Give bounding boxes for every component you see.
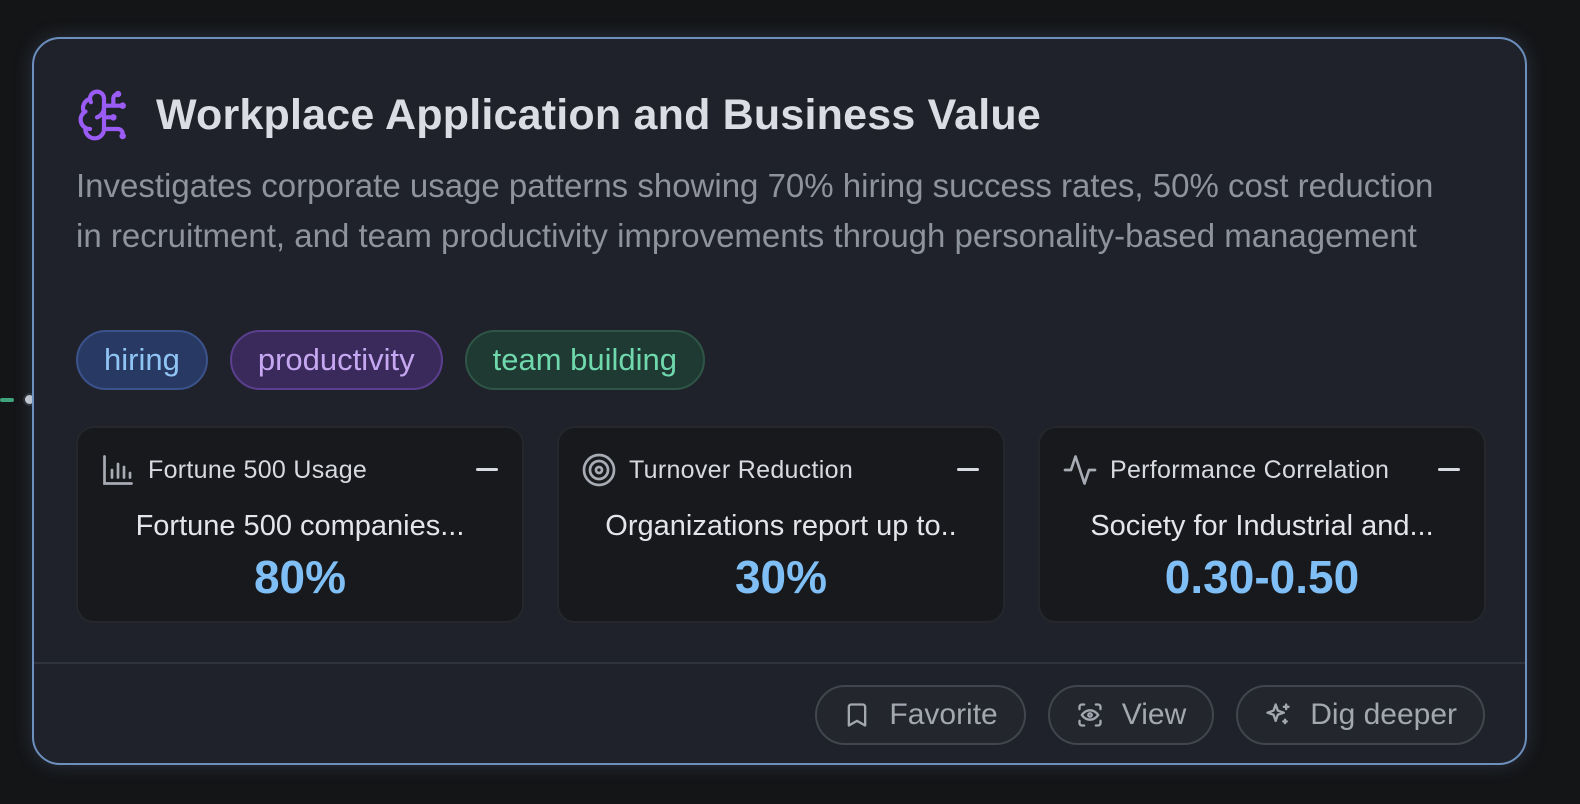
brain-icon [78, 89, 126, 141]
card-title: Workplace Application and Business Value [156, 90, 1041, 139]
metric-text: Society for Industrial and... [1090, 510, 1434, 542]
favorite-button[interactable]: Favorite [815, 685, 1026, 745]
metric-value: 80% [253, 551, 347, 603]
tag-list: hiring productivity team building [76, 330, 706, 390]
connector-line [0, 398, 14, 402]
dig-deeper-label: Dig deeper [1310, 698, 1457, 731]
bookmark-icon [848, 703, 867, 727]
metric-label: Performance Correlation [1110, 455, 1390, 484]
collapse-icon[interactable] [1438, 468, 1460, 471]
bar-chart-icon [103, 455, 133, 485]
metric-card-turnover[interactable]: Turnover Reduction Organizations report … [557, 426, 1005, 623]
collapse-icon[interactable] [476, 468, 498, 471]
pulse-icon [1063, 455, 1097, 485]
sparkles-icon [1266, 703, 1290, 725]
dig-deeper-button[interactable]: Dig deeper [1236, 685, 1485, 745]
metric-value: 0.30-0.50 [1164, 551, 1360, 603]
topic-card[interactable]: Workplace Application and Business Value… [32, 37, 1527, 765]
metric-value: 30% [734, 551, 828, 603]
collapse-icon[interactable] [957, 468, 979, 471]
metric-card-performance[interactable]: Performance Correlation Society for Indu… [1038, 426, 1486, 623]
card-header: Workplace Application and Business Value [76, 87, 1041, 143]
metric-label: Turnover Reduction [629, 455, 854, 484]
tag-hiring[interactable]: hiring [76, 330, 208, 390]
view-button[interactable]: View [1047, 685, 1215, 745]
metric-text: Organizations report up to.. [605, 510, 957, 542]
eye-icon [1078, 703, 1102, 727]
metric-text: Fortune 500 companies... [135, 510, 465, 542]
metrics-row: Fortune 500 Usage Fortune 500 companies.… [76, 426, 1486, 623]
card-actions: Favorite View Dig deeper [815, 685, 1485, 745]
card-description: Investigates corporate usage patterns sh… [76, 167, 1434, 254]
metric-card-fortune-500[interactable]: Fortune 500 Usage Fortune 500 companies.… [76, 426, 524, 623]
target-icon [582, 453, 616, 487]
metric-label: Fortune 500 Usage [148, 455, 368, 484]
favorite-label: Favorite [889, 698, 998, 731]
tag-productivity[interactable]: productivity [229, 330, 443, 390]
footer-divider [34, 662, 1525, 664]
view-label: View [1121, 698, 1187, 731]
tag-team-building[interactable]: team building [464, 330, 706, 390]
